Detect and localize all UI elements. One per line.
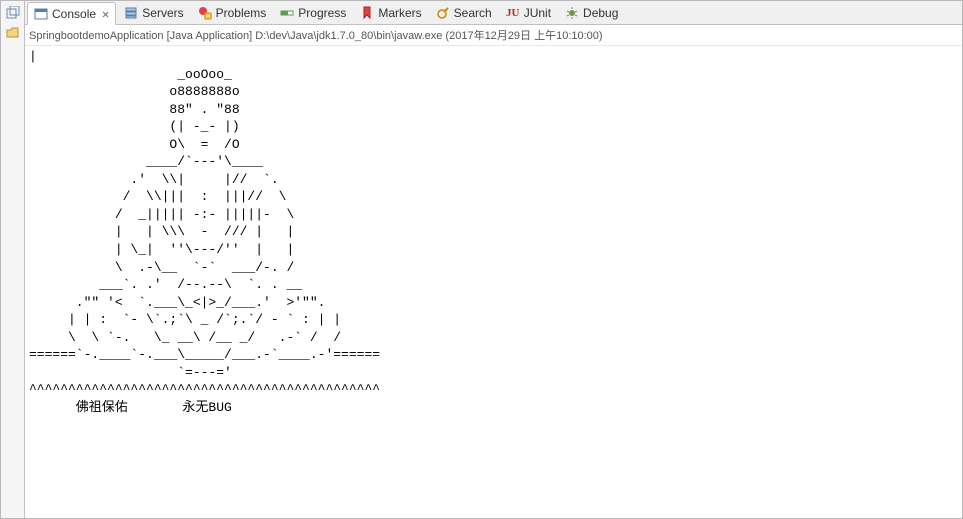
close-icon[interactable]: ✕ <box>102 7 109 21</box>
tab-label: Markers <box>378 6 421 20</box>
tab-junit[interactable]: JU JUnit <box>500 2 557 24</box>
tab-search[interactable]: Search <box>430 2 498 24</box>
tab-label: Problems <box>216 6 267 20</box>
tab-label: Search <box>454 6 492 20</box>
tab-servers[interactable]: Servers <box>118 2 189 24</box>
left-toolbar <box>1 1 25 518</box>
tab-label: Debug <box>583 6 618 20</box>
console-header-text: SpringbootdemoApplication [Java Applicat… <box>29 30 603 42</box>
tab-label: Servers <box>142 6 183 20</box>
console-icon <box>34 7 48 21</box>
junit-icon: JU <box>506 6 520 20</box>
console-header: SpringbootdemoApplication [Java Applicat… <box>25 25 962 46</box>
tab-problems[interactable]: Problems <box>192 2 273 24</box>
search-icon <box>436 6 450 20</box>
app-window: Console ✕ Servers <box>0 0 963 519</box>
tab-debug[interactable]: Debug <box>559 2 624 24</box>
progress-icon <box>280 6 294 20</box>
tab-label: Progress <box>298 6 346 20</box>
tab-bar: Console ✕ Servers <box>25 1 962 25</box>
servers-icon <box>124 6 138 20</box>
tab-progress[interactable]: Progress <box>274 2 352 24</box>
debug-icon <box>565 6 579 20</box>
tab-markers[interactable]: Markers <box>354 2 427 24</box>
tab-label: Console <box>52 7 96 21</box>
restore-view-icon[interactable] <box>5 5 21 21</box>
console-output[interactable]: | _ooOoo_ o8888888o 88" . "88 (| -_- |) … <box>25 46 962 518</box>
folder-icon[interactable] <box>5 25 21 41</box>
markers-icon <box>360 6 374 20</box>
main-area: Console ✕ Servers <box>25 1 962 518</box>
problems-icon <box>198 6 212 20</box>
tab-console[interactable]: Console ✕ <box>27 2 116 25</box>
tab-label: JUnit <box>524 6 551 20</box>
